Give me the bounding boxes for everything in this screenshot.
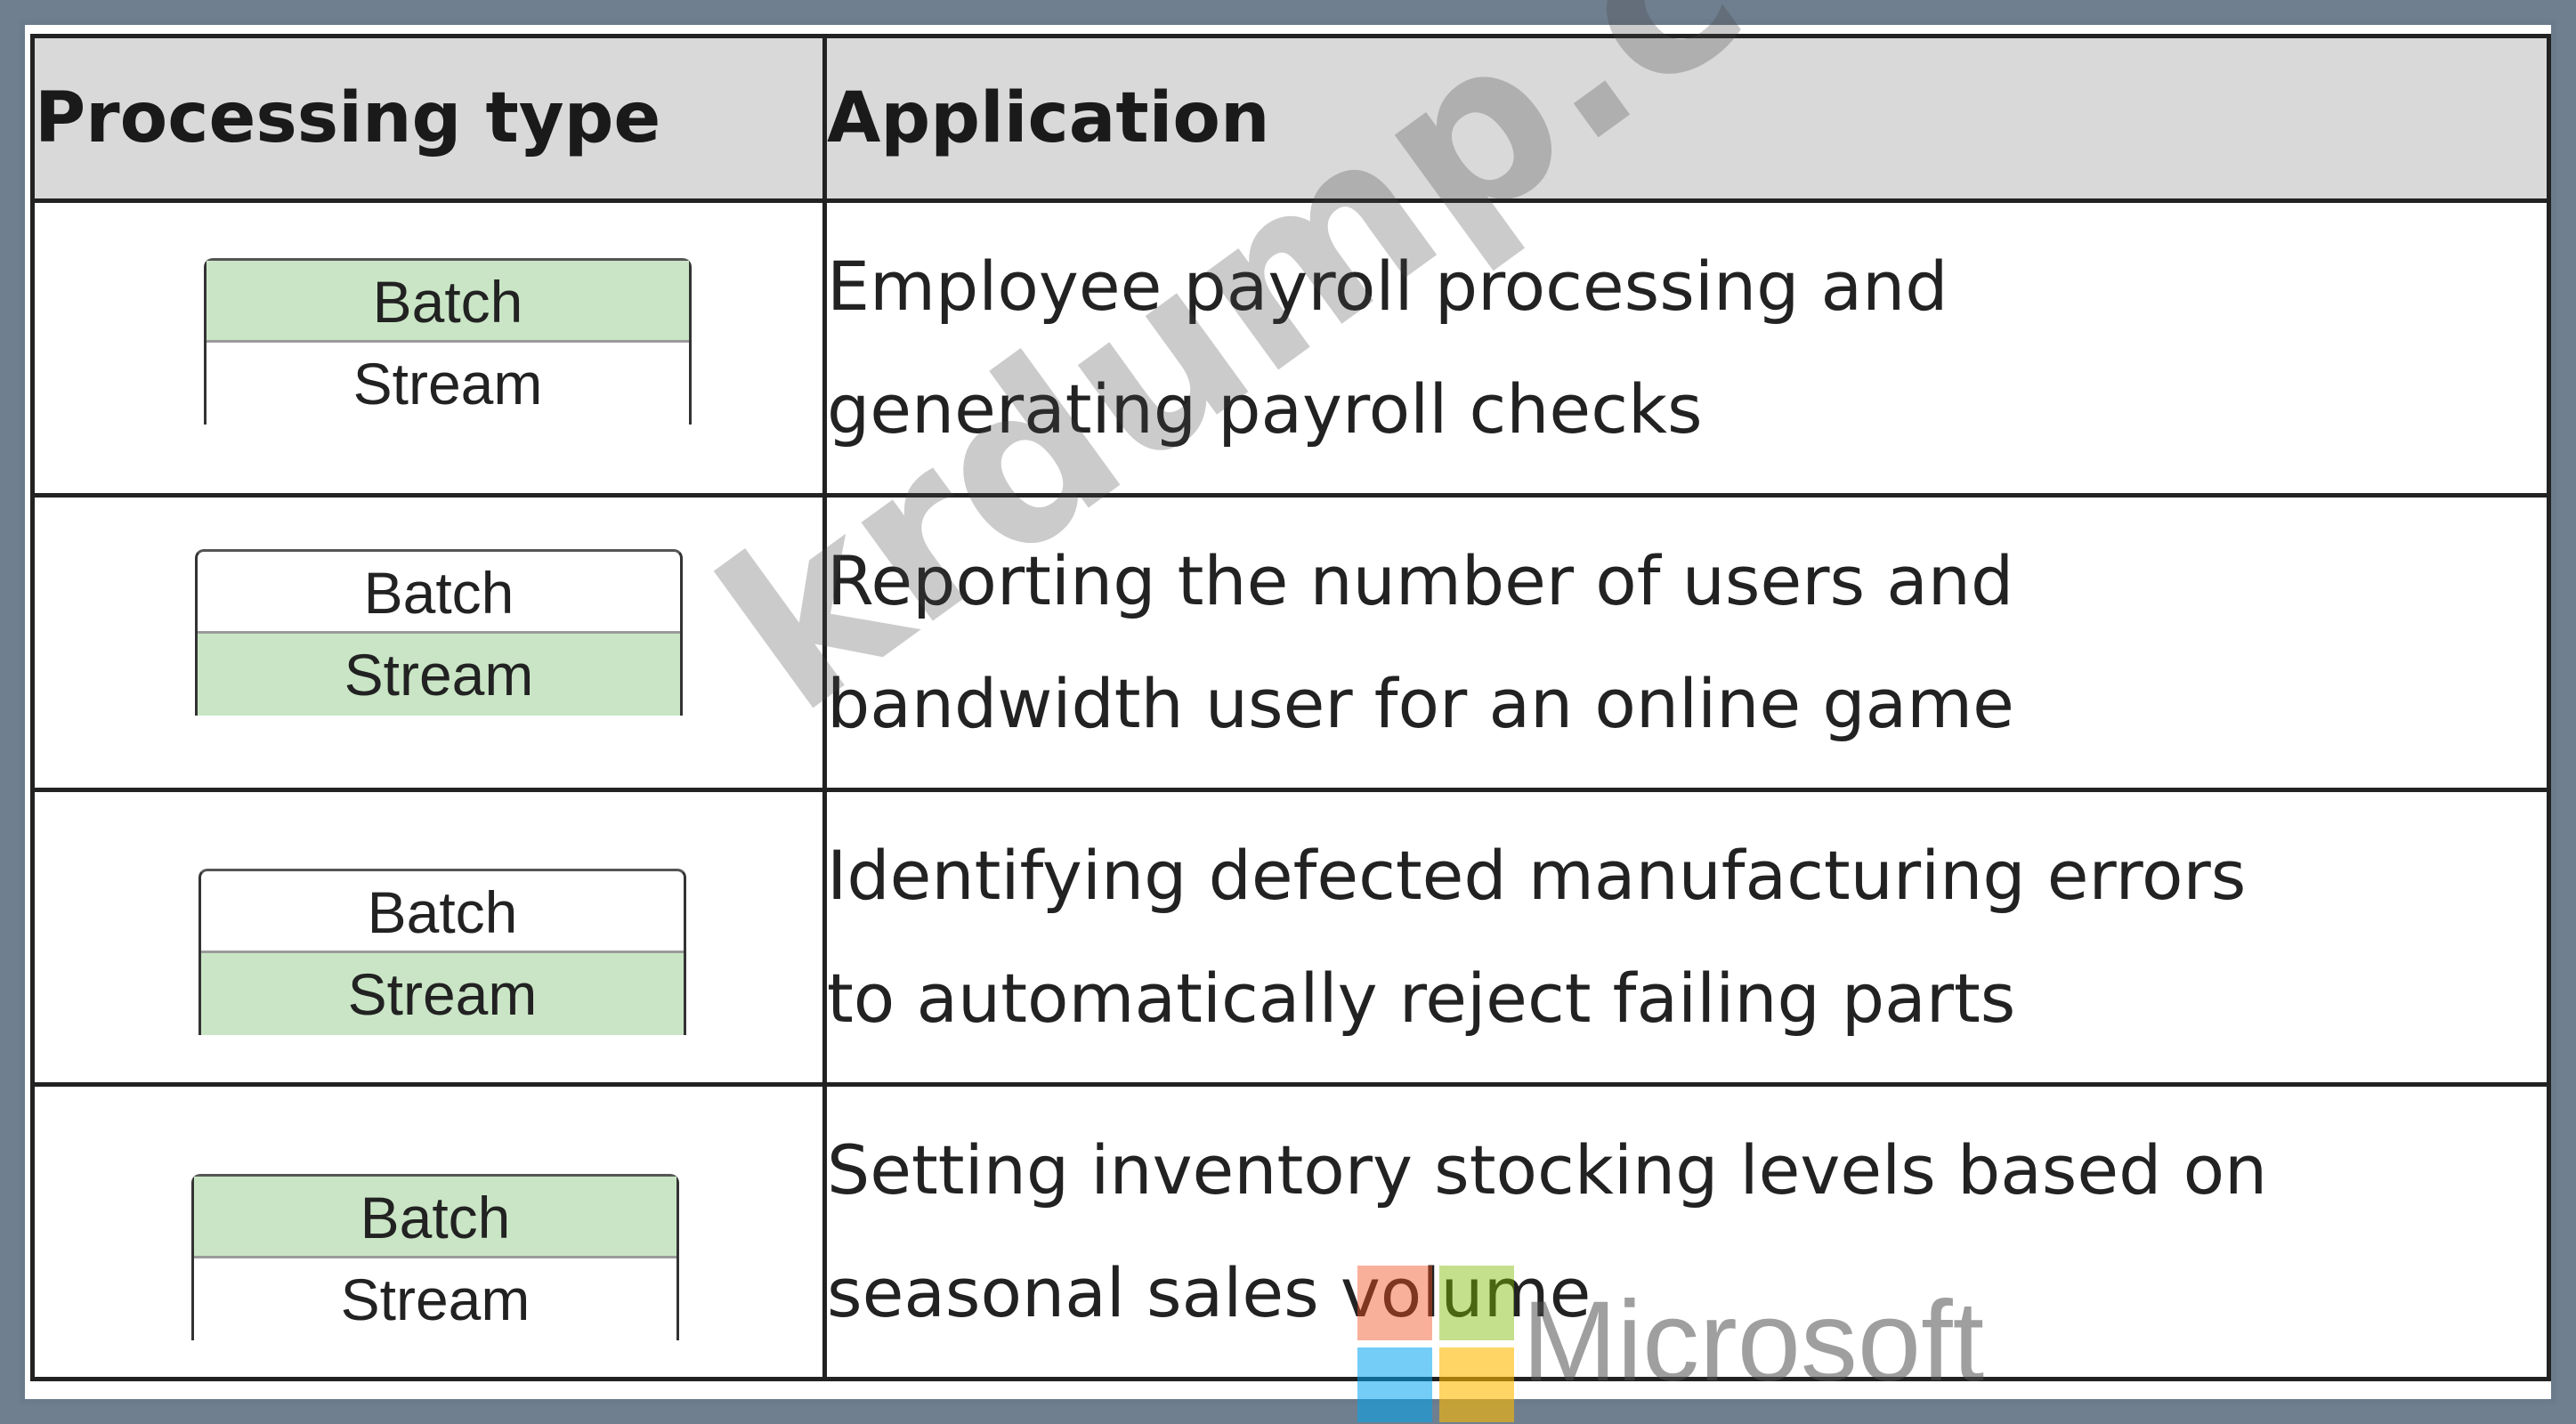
option-batch[interactable]: Batch (201, 871, 684, 953)
logo-square-blue (1357, 1347, 1432, 1422)
header-application: Application (822, 34, 2551, 203)
processing-type-dropdown[interactable]: Batch Stream (195, 549, 683, 716)
option-stream[interactable]: Stream (207, 343, 689, 425)
application-text: Setting inventory stocking levels based … (827, 1130, 2268, 1210)
application-text: Identifying defected manufacturing error… (827, 836, 2247, 915)
processing-type-dropdown[interactable]: Batch Stream (198, 869, 686, 1035)
option-batch[interactable]: Batch (207, 261, 689, 343)
option-stream[interactable]: Stream (201, 953, 684, 1035)
application-cell: Identifying defected manufacturing error… (822, 788, 2551, 1087)
application-text: Reporting the number of users and (827, 541, 2014, 620)
header-processing-type: Processing type (30, 34, 827, 203)
application-cell: Reporting the number of users and bandwi… (822, 493, 2551, 792)
processing-type-table: Processing type Application Batch Stream… (30, 34, 2551, 1381)
option-batch[interactable]: Batch (194, 1177, 676, 1258)
processing-type-dropdown[interactable]: Batch Stream (191, 1174, 679, 1340)
logo-square-red (1357, 1266, 1432, 1340)
application-cell: Employee payroll processing and generati… (822, 198, 2551, 498)
option-stream[interactable]: Stream (194, 1258, 676, 1340)
application-text: bandwidth user for an online game (827, 664, 2014, 743)
application-text: to automatically reject failing parts (827, 959, 2016, 1038)
logo-square-green (1439, 1266, 1514, 1340)
processing-type-cell: Batch Stream (30, 198, 827, 498)
option-batch[interactable]: Batch (198, 552, 680, 634)
application-text: generating payroll checks (827, 369, 1703, 449)
table-row: Batch Stream Setting inventory stocking … (30, 1082, 2551, 1381)
processing-type-dropdown[interactable]: Batch Stream (204, 258, 692, 425)
table-header-row: Processing type Application (30, 34, 2551, 203)
processing-type-cell: Batch Stream (30, 1082, 827, 1381)
logo-square-yellow (1439, 1347, 1514, 1422)
application-text: Employee payroll processing and (827, 247, 1948, 326)
option-stream[interactable]: Stream (198, 634, 680, 716)
document-frame: Processing type Application Batch Stream… (20, 20, 2556, 1404)
table-row: Batch Stream Reporting the number of use… (30, 493, 2551, 792)
processing-type-cell: Batch Stream (30, 788, 827, 1087)
table-row: Batch Stream Identifying defected manufa… (30, 788, 2551, 1087)
processing-type-cell: Batch Stream (30, 493, 827, 792)
microsoft-logo-icon (1357, 1266, 1514, 1422)
microsoft-logo-text: Microsoft (1522, 1278, 1985, 1405)
table-row: Batch Stream Employee payroll processing… (30, 198, 2551, 498)
